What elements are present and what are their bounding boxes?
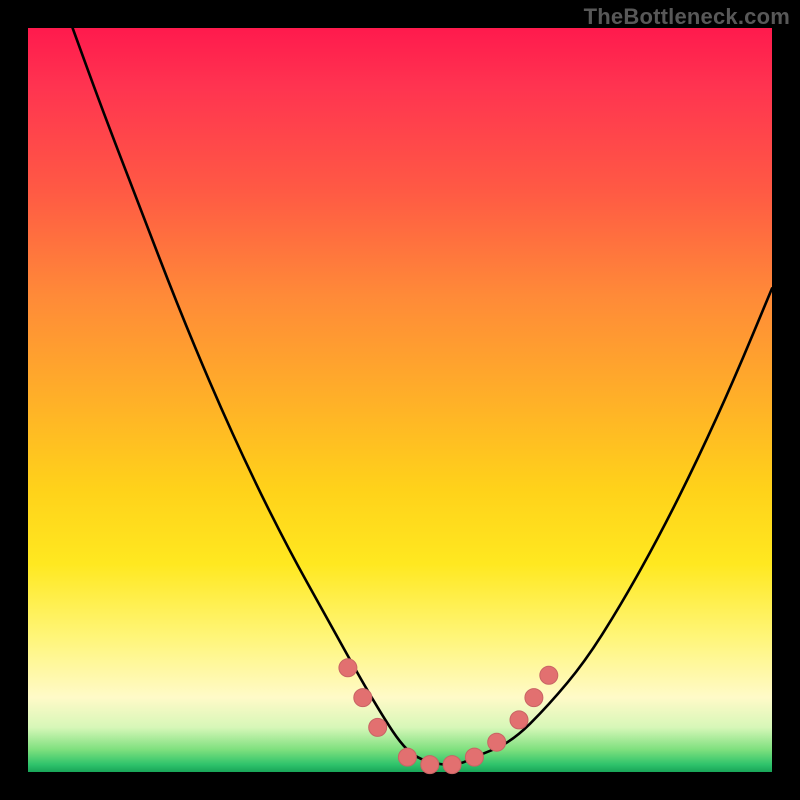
curve-marker: [354, 689, 372, 707]
curve-marker: [540, 666, 558, 684]
curve-marker: [525, 689, 543, 707]
curve-marker: [369, 718, 387, 736]
curve-marker: [443, 756, 461, 774]
curve-marker: [465, 748, 483, 766]
curve-marker: [398, 748, 416, 766]
bottleneck-curve: [73, 28, 772, 765]
curve-markers: [339, 659, 558, 774]
attribution-text: TheBottleneck.com: [584, 4, 790, 30]
curve-marker: [488, 733, 506, 751]
bottleneck-curve-layer: [28, 28, 772, 772]
chart-frame: TheBottleneck.com: [0, 0, 800, 800]
curve-marker: [510, 711, 528, 729]
curve-marker: [339, 659, 357, 677]
curve-marker: [421, 756, 439, 774]
